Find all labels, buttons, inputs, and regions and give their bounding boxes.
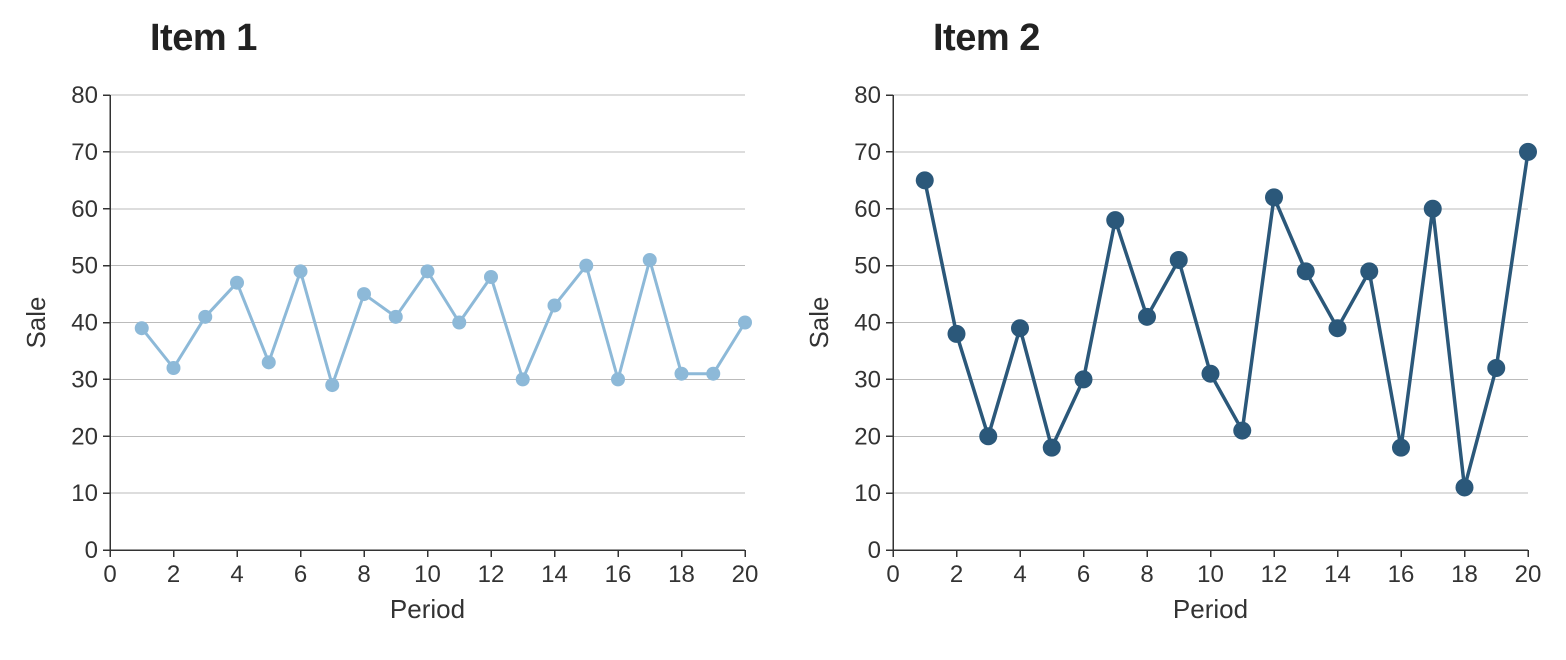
x-tick-label: 20 [1515, 561, 1542, 588]
y-tick-label: 80 [854, 82, 881, 109]
data-point [1170, 251, 1188, 269]
data-point [198, 310, 212, 324]
y-axis-label: Sale [21, 296, 51, 348]
data-point [167, 361, 181, 375]
data-point [548, 298, 562, 312]
data-point [1360, 262, 1378, 280]
data-point [421, 264, 435, 278]
x-tick-label: 18 [1451, 561, 1478, 588]
x-tick-label: 16 [1388, 561, 1415, 588]
charts-row: Item 10102030405060708002468101214161820… [0, 0, 1566, 660]
x-tick-label: 12 [478, 561, 505, 588]
data-point [611, 372, 625, 386]
data-point [916, 171, 934, 189]
x-tick-label: 2 [167, 561, 180, 588]
data-point [1202, 365, 1220, 383]
data-point [1138, 308, 1156, 326]
data-point [675, 367, 689, 381]
data-point [484, 270, 498, 284]
y-tick-label: 50 [854, 253, 881, 280]
y-tick-label: 40 [71, 310, 98, 337]
chart-title: Item 2 [933, 17, 1040, 59]
data-point [1106, 211, 1124, 229]
data-point [357, 287, 371, 301]
chart-panel-item1: Item 1 0 10 20 30 40 50 60 70 80 0 2 4 6 8 10 12 14 16 18 20… [0, 0, 783, 660]
data-point [948, 325, 966, 343]
data-point [1456, 478, 1474, 496]
data-point [979, 427, 997, 445]
x-tick-label: 16 [605, 561, 632, 588]
y-tick-label: 60 [854, 196, 881, 223]
data-point [262, 355, 276, 369]
data-point [1075, 370, 1093, 388]
data-point [706, 367, 720, 381]
y-tick-label: 10 [854, 480, 881, 507]
y-axis-label: Sale [804, 296, 834, 348]
x-tick-label: 6 [1077, 561, 1090, 588]
x-tick-label: 4 [230, 561, 243, 588]
chart-svg-item2: Item 2 0 10 20 30 40 50 60 70 80 0 2 4 6 8 10 12 14 16 18 20… [783, 0, 1566, 660]
x-tick-label: 14 [541, 561, 568, 588]
y-tick-label: 0 [85, 537, 98, 564]
data-point [1043, 439, 1061, 457]
y-tick-label: 0 [868, 537, 881, 564]
y-tick-label: 60 [71, 196, 98, 223]
data-point [1329, 319, 1347, 337]
data-point [1392, 439, 1410, 457]
x-axis-label: Period [390, 594, 465, 624]
x-tick-label: 6 [294, 561, 307, 588]
chart-panel-item2: Item 2 0 10 20 30 40 50 60 70 80 0 2 4 6 8 10 12 14 16 18 20… [783, 0, 1566, 660]
data-point [516, 372, 530, 386]
y-tick-label: 40 [854, 310, 881, 337]
data-point [643, 253, 657, 267]
data-point [389, 310, 403, 324]
y-tick-label: 10 [71, 480, 98, 507]
x-tick-label: 20 [732, 561, 759, 588]
data-point [294, 264, 308, 278]
data-point [1424, 200, 1442, 218]
x-tick-label: 10 [414, 561, 441, 588]
y-tick-label: 20 [71, 423, 98, 450]
data-point [738, 316, 752, 330]
data-point [1233, 422, 1251, 440]
data-point [135, 321, 149, 335]
x-tick-label: 2 [950, 561, 963, 588]
y-tick-label: 50 [71, 253, 98, 280]
data-point [452, 316, 466, 330]
x-tick-label: 4 [1013, 561, 1026, 588]
data-point [1011, 319, 1029, 337]
data-point [325, 378, 339, 392]
x-tick-label: 8 [357, 561, 370, 588]
x-tick-label: 8 [1140, 561, 1153, 588]
x-tick-label: 10 [1197, 561, 1224, 588]
y-tick-label: 30 [854, 366, 881, 393]
y-tick-label: 30 [71, 366, 98, 393]
chart-title: Item 1 [150, 17, 257, 59]
chart-svg-item1: Item 1 0 10 20 30 40 50 60 70 80 0 2 4 6 8 10 12 14 16 18 20… [0, 0, 783, 660]
y-tick-label: 70 [854, 139, 881, 166]
x-axis-label: Period [1173, 594, 1248, 624]
data-point [1487, 359, 1505, 377]
data-point [1265, 188, 1283, 206]
x-tick-label: 0 [886, 561, 899, 588]
y-tick-label: 20 [854, 423, 881, 450]
x-tick-label: 0 [103, 561, 116, 588]
data-point [579, 259, 593, 273]
data-point [1519, 143, 1537, 161]
y-tick-label: 70 [71, 139, 98, 166]
data-point [230, 276, 244, 290]
data-point [1297, 262, 1315, 280]
x-tick-label: 14 [1324, 561, 1351, 588]
x-tick-label: 18 [668, 561, 695, 588]
x-tick-label: 12 [1261, 561, 1288, 588]
y-tick-label: 80 [71, 82, 98, 109]
